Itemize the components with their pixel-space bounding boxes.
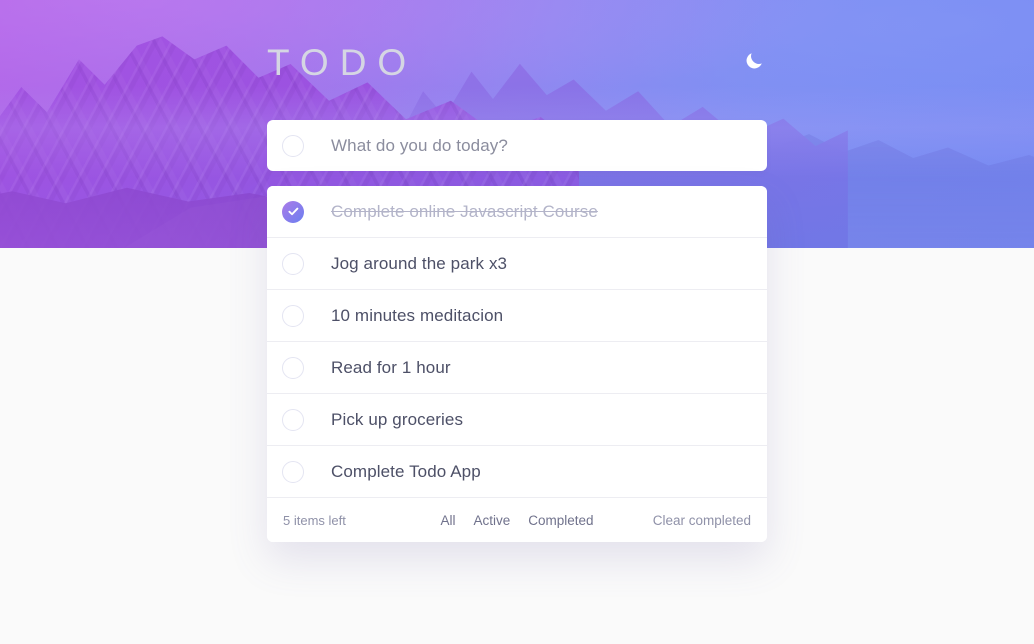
filter-completed[interactable]: Completed — [528, 513, 593, 528]
theme-toggle-button[interactable] — [741, 50, 767, 76]
todo-item-label[interactable]: Complete online Javascript Course — [331, 202, 598, 222]
items-left-count: 5 items left — [283, 512, 346, 528]
page-title: TODO — [267, 42, 418, 83]
todo-item-label[interactable]: Read for 1 hour — [331, 358, 451, 378]
todo-list-card: Complete online Javascript Course Jog ar… — [267, 186, 767, 542]
todo-checkbox[interactable] — [282, 252, 304, 275]
filter-active[interactable]: Active — [473, 513, 510, 528]
clear-completed-button[interactable]: Clear completed — [653, 513, 751, 528]
todo-item-label[interactable]: Complete Todo App — [331, 462, 481, 482]
todo-app: TODO What do you do today? Complete onli… — [0, 0, 1034, 644]
todo-checkbox[interactable] — [282, 460, 304, 483]
new-todo-input[interactable]: What do you do today? — [331, 136, 508, 156]
todo-list-item[interactable]: Jog around the park x3 — [267, 238, 767, 290]
header: TODO — [267, 44, 767, 81]
new-todo-input-row[interactable]: What do you do today? — [267, 120, 767, 171]
moon-icon — [743, 50, 765, 75]
todo-footer: 5 items left All Active Completed Clear … — [267, 498, 767, 542]
todo-list-item[interactable]: Pick up groceries — [267, 394, 767, 446]
filter-all[interactable]: All — [440, 513, 455, 528]
todo-checkbox[interactable] — [282, 356, 304, 379]
todo-checkbox[interactable] — [282, 408, 304, 431]
todo-list-item[interactable]: Read for 1 hour — [267, 342, 767, 394]
todo-item-label[interactable]: Pick up groceries — [331, 410, 463, 430]
todo-checkbox[interactable] — [282, 304, 304, 327]
todo-checkbox-checked[interactable] — [282, 200, 304, 223]
todo-list-item[interactable]: Complete online Javascript Course — [267, 186, 767, 238]
todo-item-label[interactable]: Jog around the park x3 — [331, 254, 507, 274]
todo-item-label[interactable]: 10 minutes meditacion — [331, 306, 503, 326]
todo-list-item[interactable]: 10 minutes meditacion — [267, 290, 767, 342]
todo-list-item[interactable]: Complete Todo App — [267, 446, 767, 498]
new-todo-check-circle[interactable] — [282, 134, 304, 157]
